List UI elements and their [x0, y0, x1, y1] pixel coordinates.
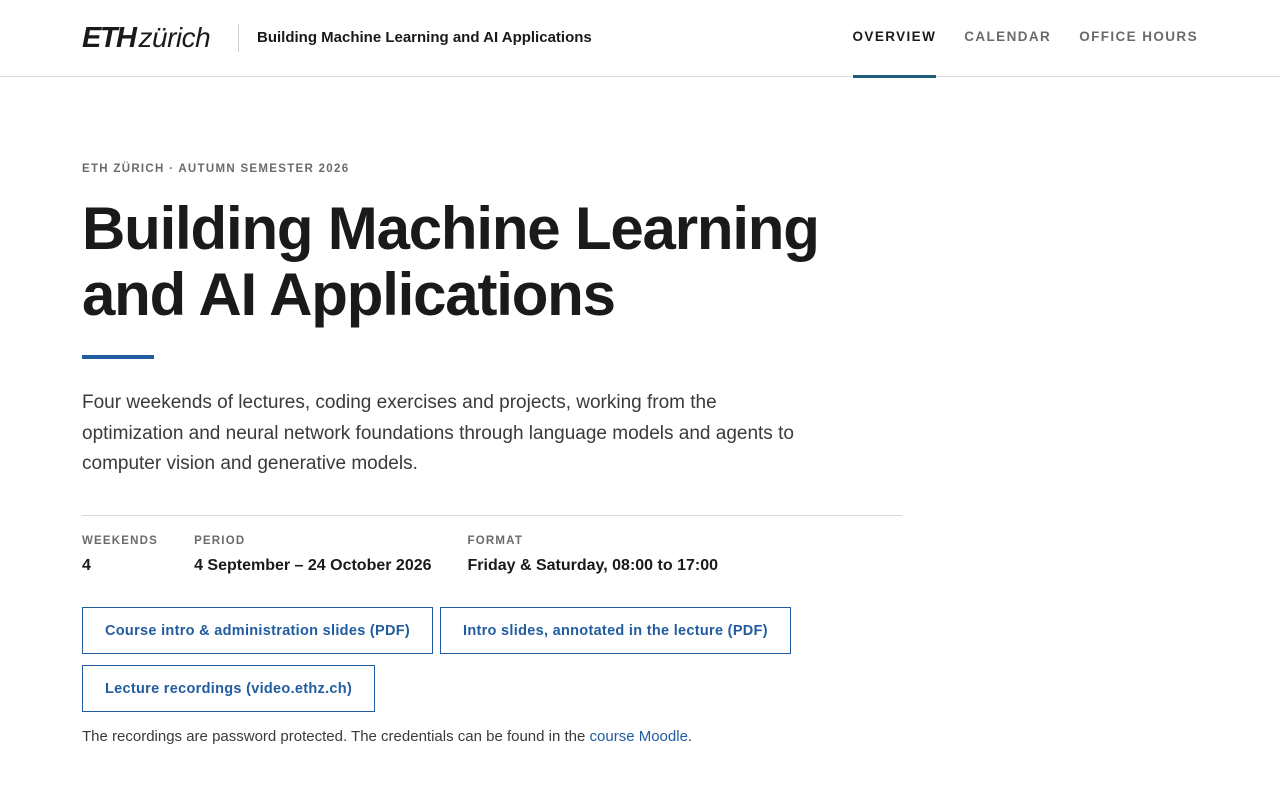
recordings-note-suffix: . — [687, 728, 693, 745]
fact-label: Period — [194, 535, 246, 547]
fact-format: Format Friday & Saturday, 08:00 to 17:00 — [468, 535, 718, 575]
fact-label: Weekends — [82, 535, 159, 547]
intro-slides-button[interactable]: Course intro & administration slides (PD… — [82, 607, 434, 654]
header-course-title[interactable]: Building Machine Learning and AI Applica… — [257, 29, 592, 46]
nav-calendar[interactable]: Calendar — [964, 0, 1051, 77]
header-divider — [238, 24, 239, 52]
course-description: Four weekends of lectures, coding exerci… — [82, 392, 794, 474]
title-accent-rule — [82, 355, 154, 359]
lecture-recordings-button[interactable]: Lecture recordings (video.ethz.ch) — [82, 665, 376, 712]
recordings-note: The recordings are password protected. T… — [82, 728, 692, 745]
fact-value: Friday & Saturday, 08:00 to 17:00 — [467, 557, 718, 574]
fact-value: 4 — [82, 557, 91, 574]
nav-overview[interactable]: Overview — [852, 0, 937, 78]
fact-weekends: Weekends 4 — [82, 535, 158, 575]
logo-zurich-wordmark: zürich — [138, 22, 211, 53]
main-nav: Overview Calendar Office Hours — [852, 0, 1198, 78]
fact-period: Period 4 September – 24 October 2026 — [194, 535, 431, 575]
logo-eth-wordmark: ETH — [82, 22, 137, 54]
fact-value: 4 September – 24 October 2026 — [194, 557, 432, 574]
course-eyebrow: ETH Zürich · Autumn Semester 2026 — [82, 163, 350, 175]
annotated-slides-button[interactable]: Intro slides, annotated in the lecture (… — [440, 607, 791, 654]
nav-office-hours[interactable]: Office Hours — [1079, 0, 1198, 77]
facts-divider — [82, 515, 902, 516]
course-facts: Weekends 4 Period 4 September – 24 Octob… — [82, 535, 718, 575]
course-moodle-link[interactable]: course Moodle — [590, 728, 688, 745]
page-title: Building Machine Learning and AI Applica… — [82, 195, 820, 328]
recordings-note-text: The recordings are password protected. T… — [82, 728, 590, 745]
site-header: ETH zürich Building Machine Learning and… — [0, 0, 1280, 78]
eth-zurich-logo[interactable]: ETH zürich — [82, 22, 211, 54]
fact-label: Format — [467, 535, 524, 547]
